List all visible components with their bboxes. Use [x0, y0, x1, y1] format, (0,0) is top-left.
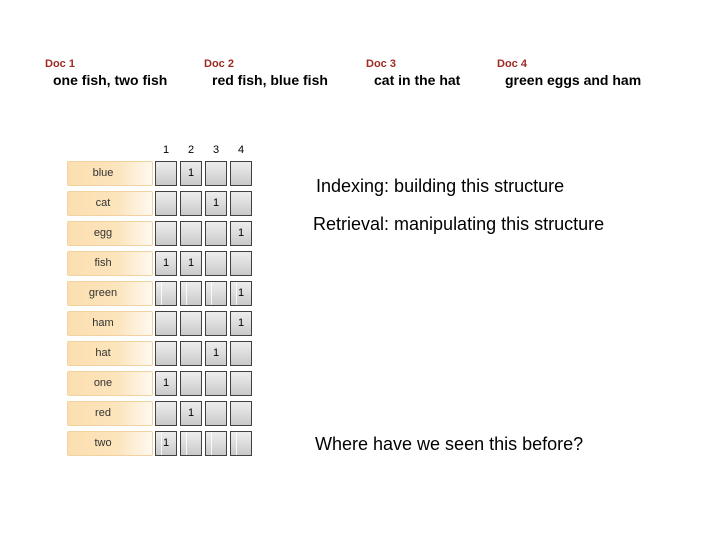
column-header-4: 4	[237, 144, 245, 156]
term-label-two[interactable]: two	[67, 431, 153, 456]
term-label-one[interactable]: one	[67, 371, 153, 396]
matrix-cell[interactable]: 1	[205, 341, 227, 366]
matrix-cell[interactable]	[155, 281, 177, 306]
matrix-cell[interactable]	[230, 431, 252, 456]
matrix-cell[interactable]: 1	[230, 281, 252, 306]
table-row: green 1	[67, 281, 252, 311]
matrix-cell[interactable]	[230, 371, 252, 396]
matrix-cell[interactable]	[205, 281, 227, 306]
term-label-green[interactable]: green	[67, 281, 153, 306]
matrix-cell[interactable]	[155, 341, 177, 366]
document-text: cat in the hat	[374, 72, 461, 88]
table-row: hat 1	[67, 341, 252, 371]
matrix-cell[interactable]: 1	[180, 401, 202, 426]
document-block-4: Doc 4 green eggs and ham	[497, 58, 641, 89]
term-label-hat[interactable]: hat	[67, 341, 153, 366]
matrix-cell[interactable]: 1	[230, 311, 252, 336]
document-block-1: Doc 1 one fish, two fish	[45, 58, 167, 89]
term-label-egg[interactable]: egg	[67, 221, 153, 246]
matrix-cell[interactable]: 1	[230, 221, 252, 246]
matrix-cell[interactable]	[155, 311, 177, 336]
matrix-cell[interactable]	[180, 281, 202, 306]
document-label: Doc 2	[204, 58, 234, 70]
table-row: one 1	[67, 371, 252, 401]
table-row: blue 1	[67, 161, 252, 191]
matrix-cell[interactable]: 1	[155, 251, 177, 276]
column-header-1: 1	[162, 144, 170, 156]
matrix-cell[interactable]: 1	[155, 431, 177, 456]
matrix-cell[interactable]	[205, 221, 227, 246]
matrix-cell[interactable]	[205, 311, 227, 336]
matrix-cell[interactable]	[205, 161, 227, 186]
table-row: cat 1	[67, 191, 252, 221]
matrix-cell[interactable]	[155, 401, 177, 426]
document-text: red fish, blue fish	[212, 72, 328, 88]
term-label-cat[interactable]: cat	[67, 191, 153, 216]
document-label: Doc 4	[497, 58, 527, 70]
matrix-body: blue 1 cat 1 egg 1 fish 1 1 green 1 ham 1 hat 1 one 1 red…	[67, 161, 252, 461]
matrix-cell[interactable]: 1	[180, 251, 202, 276]
matrix-cell[interactable]	[180, 371, 202, 396]
note-indexing: Indexing: building this structure	[316, 176, 565, 196]
documents-header: Doc 1 one fish, two fish Doc 2 red fish, bl…	[0, 58, 720, 104]
table-row: egg 1	[67, 221, 252, 251]
matrix-cell[interactable]	[155, 221, 177, 246]
document-text: green eggs and ham	[505, 72, 642, 88]
matrix-cell[interactable]: 1	[155, 371, 177, 396]
document-label: Doc 3	[366, 58, 396, 70]
column-header-3: 3	[212, 144, 220, 156]
term-document-matrix: 1234 blue 1 cat 1 egg 1 fish 1 1 green 1 ham 1 hat 1 on…	[67, 143, 252, 461]
matrix-cell[interactable]	[230, 161, 252, 186]
term-label-fish[interactable]: fish	[67, 251, 153, 276]
matrix-cell[interactable]	[155, 191, 177, 216]
matrix-cell[interactable]: 1	[205, 191, 227, 216]
note-question: Where have we seen this before?	[315, 434, 584, 454]
column-header-2: 2	[187, 144, 195, 156]
matrix-cell[interactable]	[230, 401, 252, 426]
matrix-cell[interactable]	[230, 251, 252, 276]
matrix-cell[interactable]	[205, 251, 227, 276]
document-text: one fish, two fish	[53, 72, 168, 88]
term-label-red[interactable]: red	[67, 401, 153, 426]
document-block-2: Doc 2 red fish, blue fish	[204, 58, 328, 89]
matrix-cell[interactable]	[205, 371, 227, 396]
document-block-3: Doc 3 cat in the hat	[366, 58, 460, 89]
matrix-cell[interactable]	[230, 191, 252, 216]
note-retrieval: Retrieval: manipulating this structure	[313, 214, 605, 234]
table-row: two 1	[67, 431, 252, 461]
term-label-ham[interactable]: ham	[67, 311, 153, 336]
matrix-cell[interactable]	[230, 341, 252, 366]
matrix-cell[interactable]	[180, 221, 202, 246]
matrix-cell[interactable]	[180, 311, 202, 336]
matrix-cell[interactable]	[180, 341, 202, 366]
document-label: Doc 1	[45, 58, 75, 70]
matrix-cell[interactable]: 1	[180, 161, 202, 186]
table-row: ham 1	[67, 311, 252, 341]
table-row: red 1	[67, 401, 252, 431]
matrix-cell[interactable]	[155, 161, 177, 186]
term-label-blue[interactable]: blue	[67, 161, 153, 186]
matrix-cell[interactable]	[180, 191, 202, 216]
matrix-cell[interactable]	[180, 431, 202, 456]
matrix-cell[interactable]	[205, 401, 227, 426]
matrix-cell[interactable]	[205, 431, 227, 456]
table-row: fish 1 1	[67, 251, 252, 281]
